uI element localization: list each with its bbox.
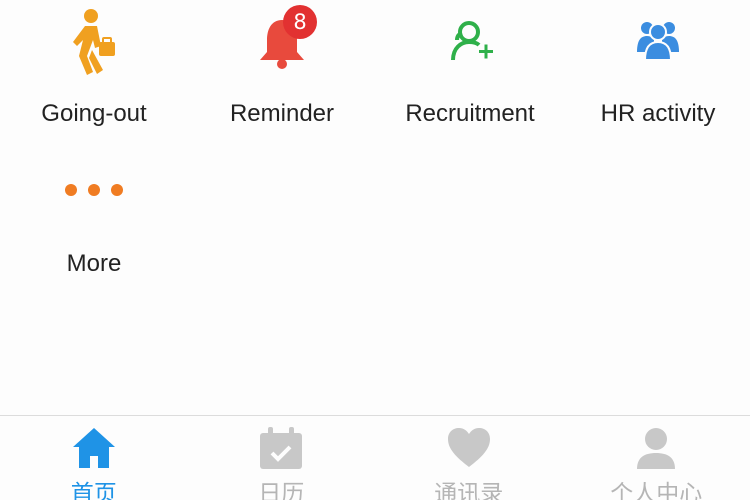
app-reminder[interactable]: 8 Reminder	[188, 0, 376, 140]
tab-calendar[interactable]: 日历	[188, 416, 376, 500]
app-label: Recruitment	[405, 100, 535, 127]
home-screen: Going-out 8 Reminder Recruitment HR acti…	[0, 0, 750, 500]
more-dots-icon	[59, 150, 129, 230]
tab-label: 通讯录	[434, 481, 504, 500]
tab-home[interactable]: 首页	[0, 416, 188, 500]
heart-icon	[446, 425, 492, 471]
app-label: Going-out	[41, 100, 147, 127]
home-icon	[71, 425, 117, 471]
bottom-tab-bar: 首页 日历 通讯录 个人中心	[0, 415, 750, 500]
group-icon	[623, 0, 693, 80]
app-recruitment[interactable]: Recruitment	[376, 0, 564, 140]
tab-profile[interactable]: 个人中心	[563, 416, 750, 500]
add-user-icon	[435, 0, 505, 80]
calendar-check-icon	[258, 425, 304, 471]
tab-label: 首页	[70, 481, 117, 500]
tab-contacts[interactable]: 通讯录	[375, 416, 563, 500]
tab-label: 个人中心	[610, 481, 703, 500]
bell-icon: 8	[247, 0, 317, 80]
app-label: Reminder	[229, 100, 335, 127]
app-more[interactable]: More	[0, 150, 188, 290]
person-icon	[633, 425, 679, 471]
tab-label: 日历	[258, 481, 305, 500]
app-hr-activity[interactable]: HR activity	[564, 0, 750, 140]
app-label: HR activity	[600, 100, 716, 127]
app-going-out[interactable]: Going-out	[0, 0, 188, 140]
notification-badge: 8	[283, 5, 317, 39]
walking-person-briefcase-icon	[59, 0, 129, 80]
app-label: More	[66, 250, 122, 277]
